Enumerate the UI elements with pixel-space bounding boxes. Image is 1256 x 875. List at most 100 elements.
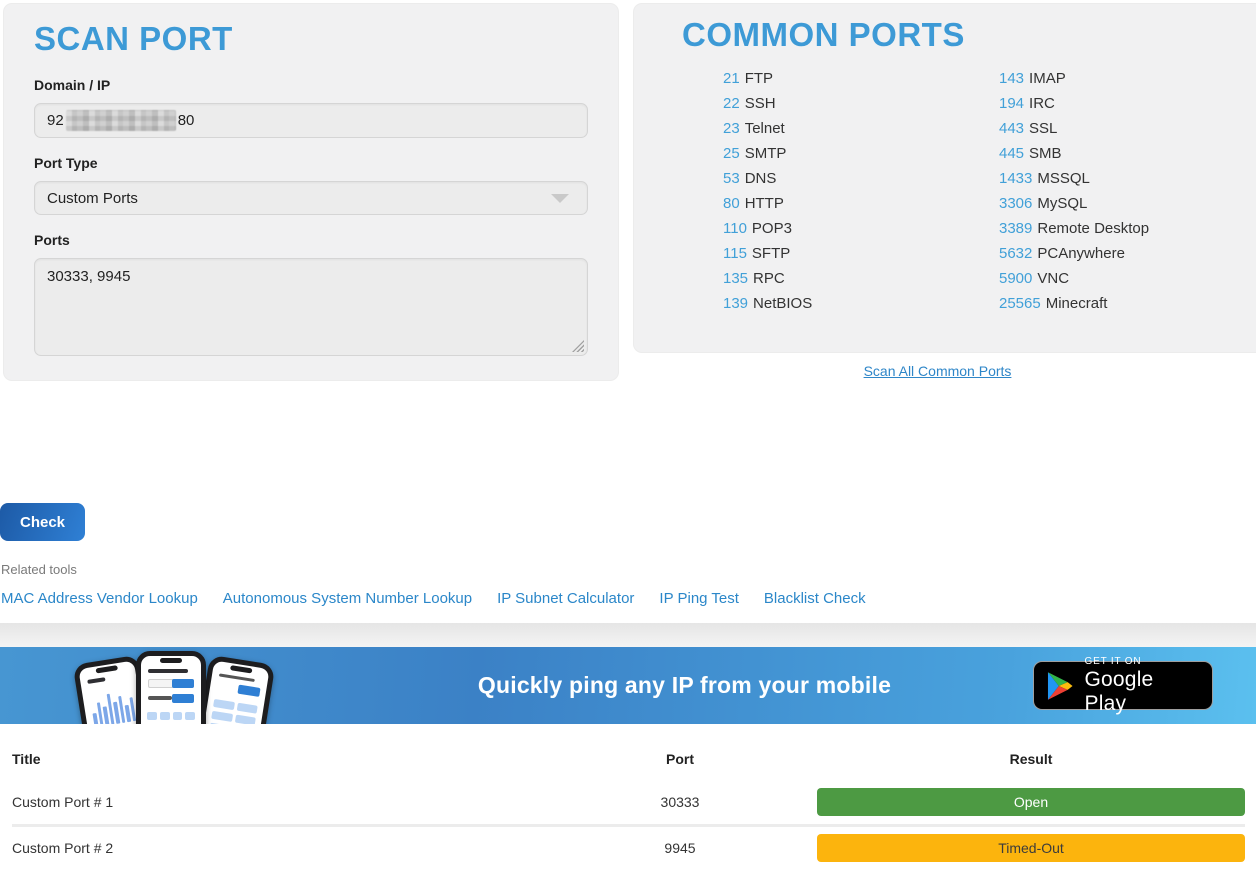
port-name: SMB [1029,145,1062,162]
port-name: VNC [1037,270,1069,287]
ports-textarea[interactable]: 30333, 9945 [34,258,588,356]
common-port-item: 53 DNS [723,170,999,195]
ports-label: Ports [34,232,588,248]
scan-port-panel: SCAN PORT Domain / IP 92 80 Port Type Cu… [3,3,619,381]
table-row: Custom Port # 2 9945 Timed-Out [12,824,1245,868]
scan-all-common-ports-link[interactable]: Scan All Common Ports [864,363,1012,379]
domain-ip-label: Domain / IP [34,77,588,93]
port-number: 443 [999,120,1024,137]
phone-mockup-middle [136,651,206,724]
domain-value-prefix: 92 [47,112,64,129]
port-number: 23 [723,120,740,137]
domain-value-suffix: 80 [178,112,195,129]
row-port: 9945 [560,840,800,856]
header-title: Title [12,751,560,767]
link-mac-address-vendor-lookup[interactable]: MAC Address Vendor Lookup [1,590,198,607]
common-port-item: 443 SSL [999,120,1149,145]
phone-mockups-image [78,647,346,724]
port-number: 445 [999,145,1024,162]
common-port-item: 139 NetBIOS [723,295,999,320]
common-port-item: 80HTTP [723,195,999,220]
port-name: RPC [753,270,785,287]
port-number: 5900 [999,270,1032,287]
port-name: DNS [745,170,777,187]
common-port-item: 21 FTP [723,70,999,95]
status-badge-timeout: Timed-Out [817,834,1245,862]
mobile-app-banner: Quickly ping any IP from your mobile GET… [0,647,1256,724]
link-asn-lookup[interactable]: Autonomous System Number Lookup [223,590,472,607]
section-divider-strip [0,623,1256,647]
common-ports-list-left: 21 FTP 22 SSH 23Telnet 25 SMTP 53 DNS 80HTTP… [723,70,999,320]
port-name: SFTP [752,245,790,262]
port-name: SMTP [745,145,787,162]
row-title: Custom Port # 2 [12,840,560,856]
common-port-item: 23Telnet [723,120,999,145]
common-port-item: 25 SMTP [723,145,999,170]
port-number: 110 [723,220,747,237]
port-type-label: Port Type [34,155,588,171]
port-number: 139 [723,295,748,312]
header-port: Port [560,751,800,767]
port-number: 3389 [999,220,1032,237]
common-port-item: 5900 VNC [999,270,1149,295]
common-ports-list-right: 143IMAP 194IRC 443SSL 445SMB 1433MSSQL 3… [999,70,1149,320]
port-name: SSL [1029,120,1057,137]
common-port-item: 1433MSSQL [999,170,1149,195]
port-number: 5632 [999,245,1032,262]
chevron-down-icon [551,194,569,203]
resize-handle-icon[interactable] [572,340,584,352]
google-play-label: Google Play [1085,668,1199,716]
banner-headline: Quickly ping any IP from your mobile [346,672,1033,699]
port-number: 21 [723,70,740,87]
scan-port-title: SCAN PORT [34,18,588,60]
port-name: FTP [745,70,773,87]
common-port-item: 25565Minecraft [999,295,1149,320]
port-name: NetBIOS [753,295,812,312]
google-play-icon [1047,671,1074,701]
port-type-select[interactable]: Custom Ports [34,181,588,215]
domain-ip-input[interactable]: 92 80 [34,103,588,138]
row-port: 30333 [560,794,800,810]
port-number: 1433 [999,170,1032,187]
common-port-item: 22 SSH [723,95,999,120]
common-port-item: 194IRC [999,95,1149,120]
redacted-ip-blur [66,110,176,131]
common-ports-column: COMMON PORTS 21 FTP 22 SSH 23Telnet 25 SMTP… [619,3,1256,381]
common-ports-panel: COMMON PORTS 21 FTP 22 SSH 23Telnet 25 SMTP… [633,3,1256,353]
top-section: SCAN PORT Domain / IP 92 80 Port Type Cu… [0,0,1256,381]
port-number: 135 [723,270,748,287]
check-button[interactable]: Check [0,503,85,541]
common-port-item: 115 SFTP [723,245,999,270]
link-blacklist-check[interactable]: Blacklist Check [764,590,866,607]
google-play-text: GET IT ON Google Play [1085,656,1199,716]
common-port-item: 445 SMB [999,145,1149,170]
header-result: Result [800,751,1245,767]
port-name: MySQL [1037,195,1087,212]
link-ip-ping-test[interactable]: IP Ping Test [659,590,739,607]
ports-value: 30333, 9945 [47,268,130,285]
port-name: Minecraft [1046,295,1108,312]
results-table: Title Port Result Custom Port # 1 30333 … [0,724,1256,868]
common-port-item: 135 RPC [723,270,999,295]
port-name: Remote Desktop [1037,220,1149,237]
common-ports-title: COMMON PORTS [682,14,1256,56]
port-number: 22 [723,95,740,112]
port-number: 115 [723,245,747,262]
port-number: 25 [723,145,740,162]
port-name: PCAnywhere [1037,245,1125,262]
common-port-item: 3389 Remote Desktop [999,220,1149,245]
google-play-badge[interactable]: GET IT ON Google Play [1033,661,1213,710]
port-number: 194 [999,95,1024,112]
port-number: 3306 [999,195,1032,212]
row-title: Custom Port # 1 [12,794,560,810]
table-row: Custom Port # 1 30333 Open [12,780,1245,824]
port-number: 80 [723,195,740,212]
link-ip-subnet-calculator[interactable]: IP Subnet Calculator [497,590,634,607]
port-name: SSH [745,95,776,112]
common-port-item: 110 POP3 [723,220,999,245]
related-tools-links: MAC Address Vendor Lookup Autonomous Sys… [0,590,1256,607]
port-type-value: Custom Ports [47,190,138,207]
port-number: 53 [723,170,740,187]
port-name: POP3 [752,220,792,237]
status-badge-open: Open [817,788,1245,816]
